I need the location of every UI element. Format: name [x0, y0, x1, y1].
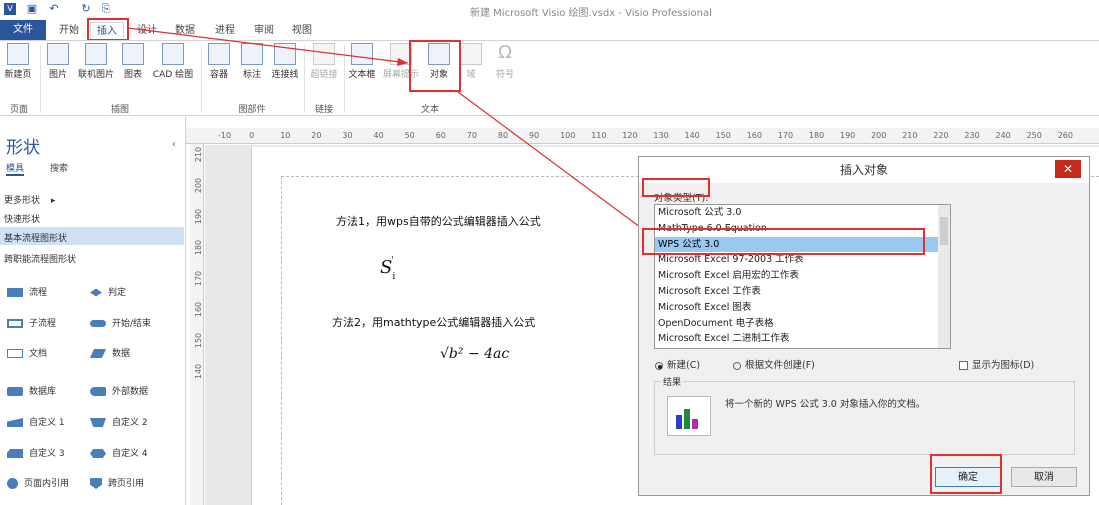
radio-file-label: 根据文件创建(F) — [745, 360, 815, 371]
annotation-box-ok — [930, 454, 1002, 494]
icon-bar — [684, 409, 690, 429]
scrollbar-thumb[interactable] — [940, 217, 948, 245]
list-item[interactable]: Microsoft Excel 二进制工作表 — [655, 331, 950, 347]
cancel-button[interactable]: 取消 — [1011, 467, 1077, 487]
result-object-icon — [667, 396, 711, 436]
result-group: 结果 将一个新的 WPS 公式 3.0 对象插入你的文档。 — [654, 375, 1075, 455]
annotation-box-wps-item — [642, 228, 925, 255]
radio-on-icon — [655, 361, 663, 370]
result-description: 将一个新的 WPS 公式 3.0 对象插入你的文档。 — [725, 399, 926, 410]
arrow-line-1 — [127, 27, 409, 64]
list-item[interactable]: Microsoft Excel 启用宏的工作表 — [655, 268, 950, 284]
icon-bar — [692, 419, 698, 429]
result-label: 结果 — [661, 375, 684, 388]
list-scrollbar[interactable] — [938, 205, 950, 348]
radio-new[interactable]: 新建(C) — [655, 357, 700, 371]
annotation-box-type-label — [642, 178, 710, 197]
list-item[interactable]: Microsoft 公式 3.0 — [655, 205, 950, 221]
list-item[interactable]: Microsoft Excel 工作表 — [655, 284, 950, 300]
insert-object-dialog: 插入对象 ✕ 对象类型(T): Microsoft 公式 3.0 MathTyp… — [638, 156, 1090, 496]
radio-off-icon — [733, 361, 741, 370]
display-as-icon-label: 显示为图标(D) — [972, 360, 1035, 371]
object-type-list[interactable]: Microsoft 公式 3.0 MathType 6.0 Equation W… — [654, 204, 951, 349]
arrowhead-1 — [397, 58, 408, 66]
list-item[interactable]: Microsoft Excel 图表 — [655, 300, 950, 316]
display-as-icon-checkbox[interactable]: 显示为图标(D) — [959, 357, 1034, 371]
checkbox-icon — [959, 361, 968, 370]
radio-from-file[interactable]: 根据文件创建(F) — [733, 357, 815, 371]
radio-new-label: 新建(C) — [667, 360, 701, 371]
close-button[interactable]: ✕ — [1055, 160, 1081, 178]
arrow-line-2 — [457, 91, 653, 237]
list-item[interactable]: OpenDocument 电子表格 — [655, 316, 950, 332]
icon-bar — [676, 415, 682, 429]
